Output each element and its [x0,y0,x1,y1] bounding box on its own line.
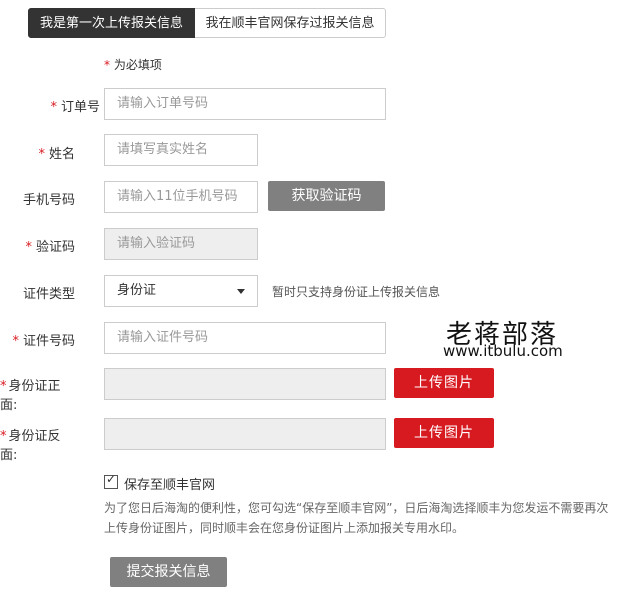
save-to-site-label[interactable]: 保存至顺丰官网 [124,474,215,493]
id-back-label: * 身份证反面: [0,429,61,463]
required-star: * [38,147,45,162]
submit-customs-info-button[interactable]: 提交报关信息 [110,557,227,587]
required-star: * [25,240,32,255]
required-star: * [0,429,7,444]
id-back-upload-button[interactable]: 上传图片 [394,418,494,448]
phone-input[interactable]: 请输入11位手机号码 [104,181,258,213]
required-note: * 为必填项 [104,56,162,73]
required-star: * [50,100,57,115]
checkmark-icon: ✓ [106,472,117,486]
order-number-label: * 订单号 [50,100,100,115]
id-front-label: * 身份证正面: [0,379,61,413]
verification-code-label: * 验证码 [25,240,75,255]
id-type-select[interactable]: 身份证 [104,275,258,307]
name-input[interactable]: 请填写真实姓名 [104,134,258,166]
id-front-upload-button[interactable]: 上传图片 [394,368,494,398]
id-number-input[interactable]: 请输入证件号码 [104,322,386,354]
upload-mode-tabs: 我是第一次上传报关信息 我在顺丰官网保存过报关信息 [28,8,386,38]
get-verification-code-button[interactable]: 获取验证码 [268,181,385,211]
verification-code-input[interactable]: 请输入验证码 [104,228,258,260]
name-label: * 姓名 [38,147,75,162]
tab-first-upload[interactable]: 我是第一次上传报关信息 [28,8,195,38]
required-star: * [0,379,7,394]
id-type-label: 证件类型 [22,287,75,302]
id-front-upload-area[interactable] [104,368,386,400]
save-description: 为了您日后海淘的便利性，您可勾选“保存至顺丰官网”，日后海淘选择顺丰为您发运不需… [104,501,609,535]
id-type-hint: 暂时只支持身份证上传报关信息 [272,285,441,299]
watermark-url: www.itbulu.com [443,342,563,360]
id-type-selected: 身份证 [117,283,157,298]
required-note-text: 为必填项 [110,58,162,72]
order-number-input[interactable]: 请输入订单号码 [104,88,386,120]
chevron-down-icon [237,289,245,294]
id-back-upload-area[interactable] [104,418,386,450]
id-number-label: * 证件号码 [12,334,75,349]
save-to-site-checkbox[interactable]: ✓ [104,472,118,489]
required-star: * [12,334,19,349]
tab-saved-on-site[interactable]: 我在顺丰官网保存过报关信息 [195,8,386,38]
phone-label: 手机号码 [22,193,75,208]
